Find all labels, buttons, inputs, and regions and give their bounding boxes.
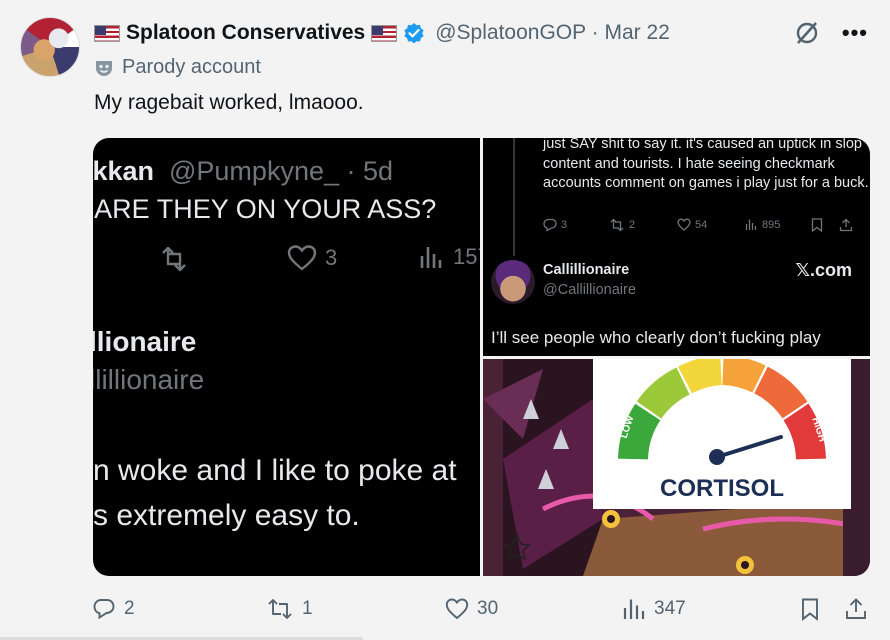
post-text: My ragebait worked, lmaooo. [94,91,364,114]
views-count: 347 [654,598,686,619]
cortisol-caption: CORTISOL [660,475,784,502]
post-date: Mar 22 [604,21,670,44]
screenshot-likes-count: 54 [695,218,708,231]
verified-badge-icon[interactable] [403,22,425,44]
share-icon [846,598,866,619]
x-com-watermark: 𝕏.com [795,260,852,280]
screenshot-avatar [491,260,535,304]
screenshot-repost: 2 [609,218,635,232]
thread-line [513,138,515,256]
reply-count: 2 [124,598,135,619]
share-button[interactable] [844,597,868,621]
heart-icon [445,598,469,620]
cortisol-meme-card: LOW HIGH CORTISOL [593,359,851,509]
like-count: 30 [477,598,499,619]
screenshot-reply-line-2: s extremely easy to. [93,499,360,532]
screenshot-reply-count: 3 [561,219,568,231]
media-image-left[interactable]: ikkan @Pumpkyne_ · 5d ' ARE THEY ON YOUR… [93,138,480,576]
reply-icon [93,599,115,620]
display-name[interactable]: Splatoon Conservatives [126,21,365,45]
screenshot-author-name: Callillionaire [543,262,630,278]
screenshot-quote-text: I’ll see people who clearly don’t fuckin… [491,328,821,347]
screenshot-repost-icon [157,244,191,274]
screenshot-likes: 54 [677,218,707,231]
screenshot-views: 157 [419,244,480,270]
media-grid[interactable]: ikkan @Pumpkyne_ · 5d ' ARE THEY ON YOUR… [93,138,870,576]
screenshot-reply-handle: llillionaire [93,364,205,395]
post-header: Splatoon Conservatives @SplatoonGOP · Ma… [94,19,670,47]
screenshot-author-handle: @Callillionaire [543,282,636,298]
parody-label: Parody account [94,56,261,79]
grok-icon[interactable] [794,20,820,46]
screenshot-reply-line-1: n woke and I like to poke at [93,454,457,487]
media-image-bottom-right[interactable]: LOW HIGH CORTISOL [483,359,870,576]
parody-mask-icon [96,60,112,76]
us-flag-icon [94,24,120,42]
cortisol-gauge: LOW HIGH [618,359,828,465]
repost-count: 1 [302,598,313,619]
screenshot-handle: @Pumpkyne_ · 5d [169,156,394,186]
repost-icon [268,599,292,619]
avatar[interactable] [20,17,80,77]
parody-label-text: Parody account [122,56,261,78]
user-handle[interactable]: @SplatoonGOP · Mar 22 [435,21,670,45]
screenshot-name: ikkan [93,156,155,186]
screenshot-tweet-actions: 3 2 54 895 [543,218,863,236]
more-options-icon[interactable]: ••• [842,22,868,44]
screenshot-actions: 3 157 [93,244,480,274]
screenshot-reply-icon: 3 [543,218,567,232]
screenshot-like-count: 3 [325,245,338,270]
bookmark-icon [802,598,818,621]
screenshot-views: 895 [745,218,780,231]
screenshot-share-icon [839,218,853,232]
repost-button[interactable]: 1 [266,597,313,621]
screenshot-tweet-text: just SAY shit to say it. it's caused an … [543,138,869,191]
screenshot-reply-name: llionaire [93,326,197,357]
screenshot-text: ' ARE THEY ON YOUR ASS? [93,194,437,224]
views-icon [623,599,645,619]
screenshot-views-count: 157 [453,244,480,269]
screenshot-like: 3 [287,244,337,272]
top-actions: ••• [794,20,868,46]
screenshot-repost-count: 2 [629,219,636,231]
screenshot-views-count: 895 [762,218,781,231]
like-button[interactable]: 30 [445,597,498,621]
us-flag-icon [371,24,398,42]
reply-button[interactable]: 2 [92,597,135,621]
views-button[interactable]: 347 [622,597,686,621]
screenshot-bookmark-icon [811,218,823,232]
media-image-top-right[interactable]: just SAY shit to say it. it's caused an … [483,138,870,356]
bookmark-button[interactable] [798,597,822,621]
post-actions: 2 1 30 347 [92,597,872,625]
